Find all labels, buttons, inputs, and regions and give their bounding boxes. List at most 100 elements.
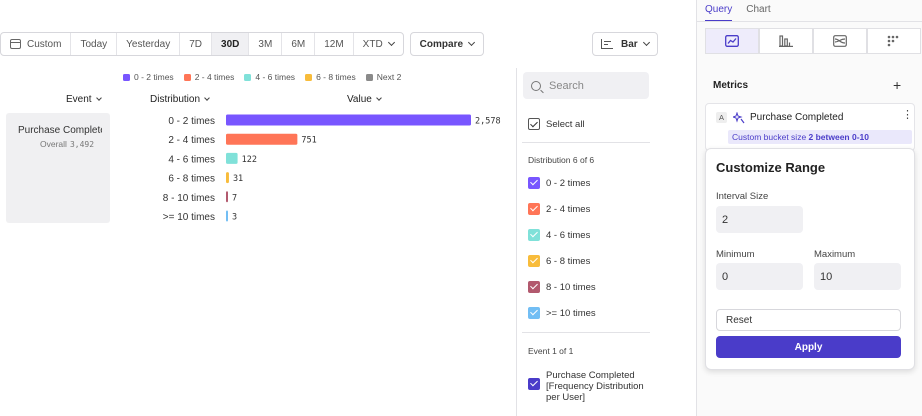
tab-query[interactable]: Query [705,4,733,22]
event-column-header[interactable]: Event [66,94,102,105]
bar[interactable] [226,191,228,203]
bar[interactable] [226,210,228,222]
date-range-segmented: Custom Today Yesterday 7D 30D 3M 6M 12M … [0,32,404,56]
apply-button[interactable]: Apply [716,336,901,358]
distribution-filter-checkbox[interactable]: 2 - 4 times [528,203,590,215]
distribution-column-header[interactable]: Distribution [150,94,210,105]
chart-filter-divider [516,68,517,416]
legend-next-button[interactable]: Next 2 [365,72,401,82]
legend-swatch [123,73,130,81]
distribution-header-label: Distribution [150,94,201,105]
range-6m-button[interactable]: 6M [282,33,316,55]
distribution-filter-checkbox[interactable]: 4 - 6 times [528,229,590,241]
divider [522,332,650,333]
category-label: 8 - 10 times [163,193,215,204]
distribution-filter-checkbox[interactable]: 8 - 10 times [528,281,596,293]
range-12m-button[interactable]: 12M [315,33,354,55]
chevron-down-icon [642,38,650,47]
value-label: 3 [232,213,237,223]
checkbox-icon [528,307,540,319]
bar[interactable] [226,172,229,184]
category-label: 6 - 8 times [168,174,215,185]
flows-report-button[interactable] [813,28,867,54]
distribution-filter-label: >= 10 times [546,307,596,319]
value-label: 751 [301,136,316,146]
range-xtd-button[interactable]: XTD [354,33,403,55]
legend-item[interactable]: 0 - 2 times [123,72,174,82]
legend-label: 4 - 6 times [255,72,296,82]
minimum-label: Minimum [716,249,755,260]
value-header-label: Value [347,94,372,105]
checkbox-icon [528,255,540,267]
chevron-down-icon [376,95,382,101]
event-overall: Overall 3,492 [40,139,110,149]
range-yesterday-button[interactable]: Yesterday [117,33,181,55]
custom-range-button[interactable]: Custom [1,33,72,55]
select-all-checkbox[interactable]: Select all [528,118,585,130]
value-label: 2,578 [475,117,501,127]
insights-report-button[interactable] [705,28,759,54]
customize-range-popover: Customize Range Interval Size Minimum Ma… [705,148,915,370]
bar-chart-icon [601,39,613,49]
range-7d-button[interactable]: 7D [180,33,213,55]
legend-swatch [244,73,252,81]
legend-item[interactable]: 4 - 6 times [244,72,295,82]
legend-item[interactable]: 2 - 4 times [183,72,235,82]
event-filter-label: Purchase Completed [Frequency Distributi… [546,370,644,403]
checkbox-icon [528,281,540,293]
event-name: Purchase Completed [18,125,102,136]
event-filter-checkbox[interactable]: Purchase Completed [Frequency Distributi… [528,370,651,403]
tab-chart[interactable]: Chart [746,4,770,22]
distribution-filter-checkbox[interactable]: 6 - 8 times [528,255,590,267]
custom-bucket-chip[interactable]: Custom bucket size 2 between 0-10 [728,130,912,144]
metric-card[interactable]: A Purchase Completed ⋮ Custom bucket siz… [705,103,915,151]
retention-report-button[interactable] [867,28,921,54]
add-metric-button[interactable]: + [893,78,901,92]
maximum-label: Maximum [814,249,856,260]
bar[interactable] [226,114,471,126]
legend-label: 2 - 4 times [194,72,235,82]
metric-letter-badge: A [716,112,727,123]
distribution-filter-checkbox[interactable]: 0 - 2 times [528,177,590,189]
range-today-button[interactable]: Today [71,33,118,55]
date-range-toolbar: Custom Today Yesterday 7D 30D 3M 6M 12M … [0,32,485,56]
range-3m-button[interactable]: 3M [249,33,283,55]
chart-type-dropdown[interactable]: Bar [592,32,658,56]
value-column-header[interactable]: Value [347,94,382,105]
more-options-icon[interactable]: ⋮ [902,110,913,121]
plus-icon: + [893,77,902,93]
category-label: 4 - 6 times [168,154,215,165]
bar[interactable] [226,133,298,145]
distribution-filter-checkbox[interactable]: >= 10 times [528,307,596,319]
chevron-down-icon [204,95,210,101]
maximum-input[interactable] [814,263,901,290]
legend-item[interactable]: 6 - 8 times [305,72,356,82]
interval-size-input[interactable] [716,206,803,233]
flows-icon [833,35,847,47]
compare-dropdown[interactable]: Compare [409,32,485,56]
distribution-filter-label: 8 - 10 times [546,281,596,293]
search-input[interactable] [549,79,639,92]
metrics-title: Metrics [713,80,749,91]
reset-button[interactable]: Reset [716,309,901,331]
retention-icon [887,35,899,47]
search-icon [531,80,541,91]
legend-label: 0 - 2 times [134,72,174,82]
category-label: 0 - 2 times [168,116,215,127]
value-label: 31 [233,174,243,184]
sparkle-event-icon [733,112,745,124]
panel-tabs: Query Chart [705,4,771,22]
distribution-filter-label: 6 - 8 times [546,255,591,267]
legend-swatch [305,73,313,81]
range-30d-button[interactable]: 30D [212,33,250,55]
calendar-icon [10,39,21,49]
legend-swatch [183,73,191,81]
minimum-input[interactable] [716,263,803,290]
event-cell[interactable]: Purchase Completed Overall3,492 [6,113,110,223]
search-box[interactable] [523,72,649,99]
chart-legend: 0 - 2 times 2 - 4 times 4 - 6 times 6 - … [123,72,401,82]
funnels-report-button[interactable] [759,28,813,54]
custom-range-label: Custom [27,38,62,50]
compare-label: Compare [419,38,464,50]
bar[interactable] [226,152,238,164]
